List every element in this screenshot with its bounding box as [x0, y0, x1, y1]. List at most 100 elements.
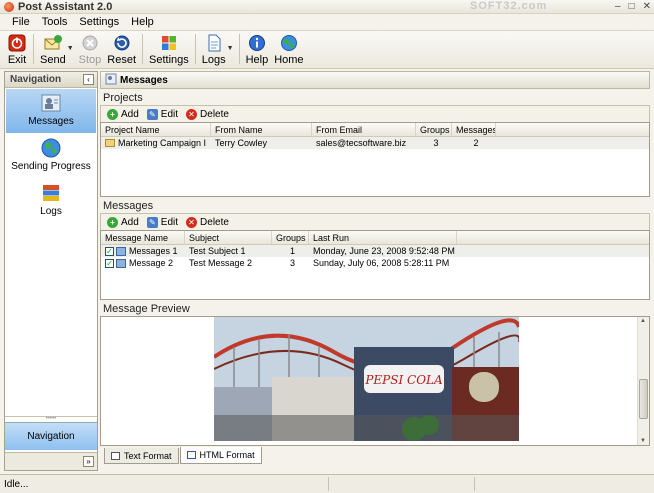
folder-icon — [105, 139, 115, 147]
main-toolbar: Exit Send ▼ Stop Reset Settings Logs ▼ H… — [0, 31, 654, 69]
column-from-email[interactable]: From Email — [312, 123, 416, 136]
projects-title: Projects — [103, 92, 143, 104]
edit-project-button[interactable]: ✎ Edit — [146, 108, 178, 120]
table-row[interactable]: ✓ Message 2 Test Message 2 3 Sunday, Jul… — [101, 257, 649, 269]
preview-scrollbar[interactable]: ▲ ▼ — [637, 317, 649, 445]
send-dropdown-icon[interactable]: ▼ — [67, 45, 74, 52]
stop-icon — [80, 33, 100, 53]
column-message-name[interactable]: Message Name — [101, 231, 185, 244]
settings-button[interactable]: Settings — [146, 31, 192, 67]
tab-html-format[interactable]: HTML Format — [179, 447, 262, 464]
add-icon: + — [107, 216, 118, 228]
messages-table: Message Name Subject Groups Last Run ✓ M… — [100, 230, 650, 300]
globe-icon — [40, 137, 62, 159]
toolbar-separator — [238, 34, 240, 64]
preview-tabs: Text Format HTML Format — [100, 446, 650, 464]
column-from-name[interactable]: From Name — [211, 123, 312, 136]
add-icon: + — [107, 108, 118, 120]
preview-image: PEPSI COLA — [214, 317, 519, 441]
app-icon — [4, 1, 14, 12]
nav-item-messages[interactable]: Messages — [6, 89, 96, 133]
projects-table-header: Project Name From Name From Email Groups… — [101, 123, 649, 137]
power-icon — [7, 33, 27, 53]
message-preview: PEPSI COLA ▲ ▼ — [100, 316, 650, 446]
navigation-button[interactable]: Navigation — [5, 422, 97, 450]
column-last-run[interactable]: Last Run — [309, 231, 457, 244]
add-project-button[interactable]: + Add — [107, 108, 139, 120]
column-project-name[interactable]: Project Name — [101, 123, 211, 136]
preview-title: Message Preview — [103, 303, 190, 315]
scroll-thumb[interactable] — [639, 379, 648, 419]
navigation-header: Navigation ‹ — [5, 72, 97, 88]
delete-project-button[interactable]: ✕ Delete — [186, 108, 229, 120]
table-row[interactable]: Marketing Campaign I Terry Cowley sales@… — [101, 137, 649, 149]
tab-text-format[interactable]: Text Format — [104, 448, 179, 464]
page-title: Messages — [120, 74, 168, 86]
scroll-up-icon[interactable]: ▲ — [640, 318, 646, 324]
logs-dropdown-icon[interactable]: ▼ — [227, 45, 234, 52]
html-doc-icon — [186, 451, 196, 459]
title-bar: Post Assistant 2.0 SOFT32.com – □ ✕ — [0, 0, 654, 14]
pepsi-sign: PEPSI COLA — [364, 373, 443, 387]
minimize-icon[interactable]: – — [615, 1, 621, 12]
window-title: Post Assistant 2.0 — [18, 0, 113, 13]
nav-item-logs[interactable]: Logs — [6, 179, 96, 223]
watermark: SOFT32.com — [470, 0, 548, 12]
status-bar: Idle... — [0, 474, 654, 493]
reset-button[interactable]: Reset — [104, 31, 139, 67]
menu-tools[interactable]: Tools — [36, 16, 74, 28]
menu-file[interactable]: File — [6, 16, 36, 28]
column-groups[interactable]: Groups — [272, 231, 309, 244]
column-groups[interactable]: Groups — [416, 123, 452, 136]
add-message-button[interactable]: + Add — [107, 216, 139, 228]
toolbar-separator — [33, 34, 34, 64]
reset-icon — [112, 33, 132, 53]
logs-button[interactable]: Logs — [199, 31, 229, 67]
info-icon — [247, 33, 267, 53]
scroll-down-icon[interactable]: ▼ — [640, 438, 646, 444]
menu-settings[interactable]: Settings — [73, 16, 125, 28]
user-card-icon — [40, 92, 62, 114]
column-messages[interactable]: Messages — [452, 123, 496, 136]
toolbar-separator — [142, 34, 144, 64]
navigation-pane: Navigation ‹ Messages Sending Progress L… — [4, 71, 98, 471]
windows-flag-icon — [159, 33, 179, 53]
messages-header: Messages — [100, 71, 650, 89]
help-button[interactable]: Help — [243, 31, 272, 67]
status-text: Idle... — [4, 478, 29, 490]
globe-icon — [279, 33, 299, 53]
send-mail-icon — [43, 33, 63, 53]
column-subject[interactable]: Subject — [185, 231, 272, 244]
home-button[interactable]: Home — [271, 31, 306, 67]
maximize-icon[interactable]: □ — [629, 1, 635, 12]
user-card-icon — [105, 73, 117, 88]
messages-title: Messages — [103, 200, 154, 212]
document-icon — [204, 33, 224, 53]
menu-help[interactable]: Help — [125, 16, 160, 28]
row-checkbox[interactable]: ✓ — [105, 246, 114, 256]
messages-toolbar: + Add ✎ Edit ✕ Delete — [100, 213, 650, 230]
edit-icon: ✎ — [146, 108, 158, 120]
chevron-down-icon[interactable]: » — [83, 456, 94, 467]
books-icon — [40, 182, 62, 204]
edit-icon: ✎ — [146, 216, 158, 228]
send-button[interactable]: Send — [37, 31, 69, 67]
text-doc-icon — [111, 451, 120, 460]
collapse-pane-button[interactable]: ‹ — [83, 74, 94, 85]
table-row[interactable]: ✓ Messages 1 Test Subject 1 1 Monday, Ju… — [101, 245, 649, 257]
close-icon[interactable]: ✕ — [643, 1, 651, 12]
projects-table: Project Name From Name From Email Groups… — [100, 122, 650, 197]
toolbar-separator — [194, 34, 196, 64]
exit-button[interactable]: Exit — [4, 31, 30, 67]
menu-bar: File Tools Settings Help — [0, 14, 654, 31]
nav-item-sending-progress[interactable]: Sending Progress — [6, 134, 96, 178]
stop-button[interactable]: Stop — [76, 31, 105, 67]
edit-message-button[interactable]: ✎ Edit — [146, 216, 178, 228]
row-checkbox[interactable]: ✓ — [105, 258, 114, 268]
delete-icon: ✕ — [186, 216, 198, 228]
navigation-footer: » — [5, 452, 97, 470]
main-panel: Messages Projects + Add ✎ Edit ✕ Delete … — [100, 71, 650, 471]
delete-message-button[interactable]: ✕ Delete — [186, 216, 229, 228]
messages-table-header: Message Name Subject Groups Last Run — [101, 231, 649, 245]
projects-toolbar: + Add ✎ Edit ✕ Delete — [100, 105, 650, 122]
